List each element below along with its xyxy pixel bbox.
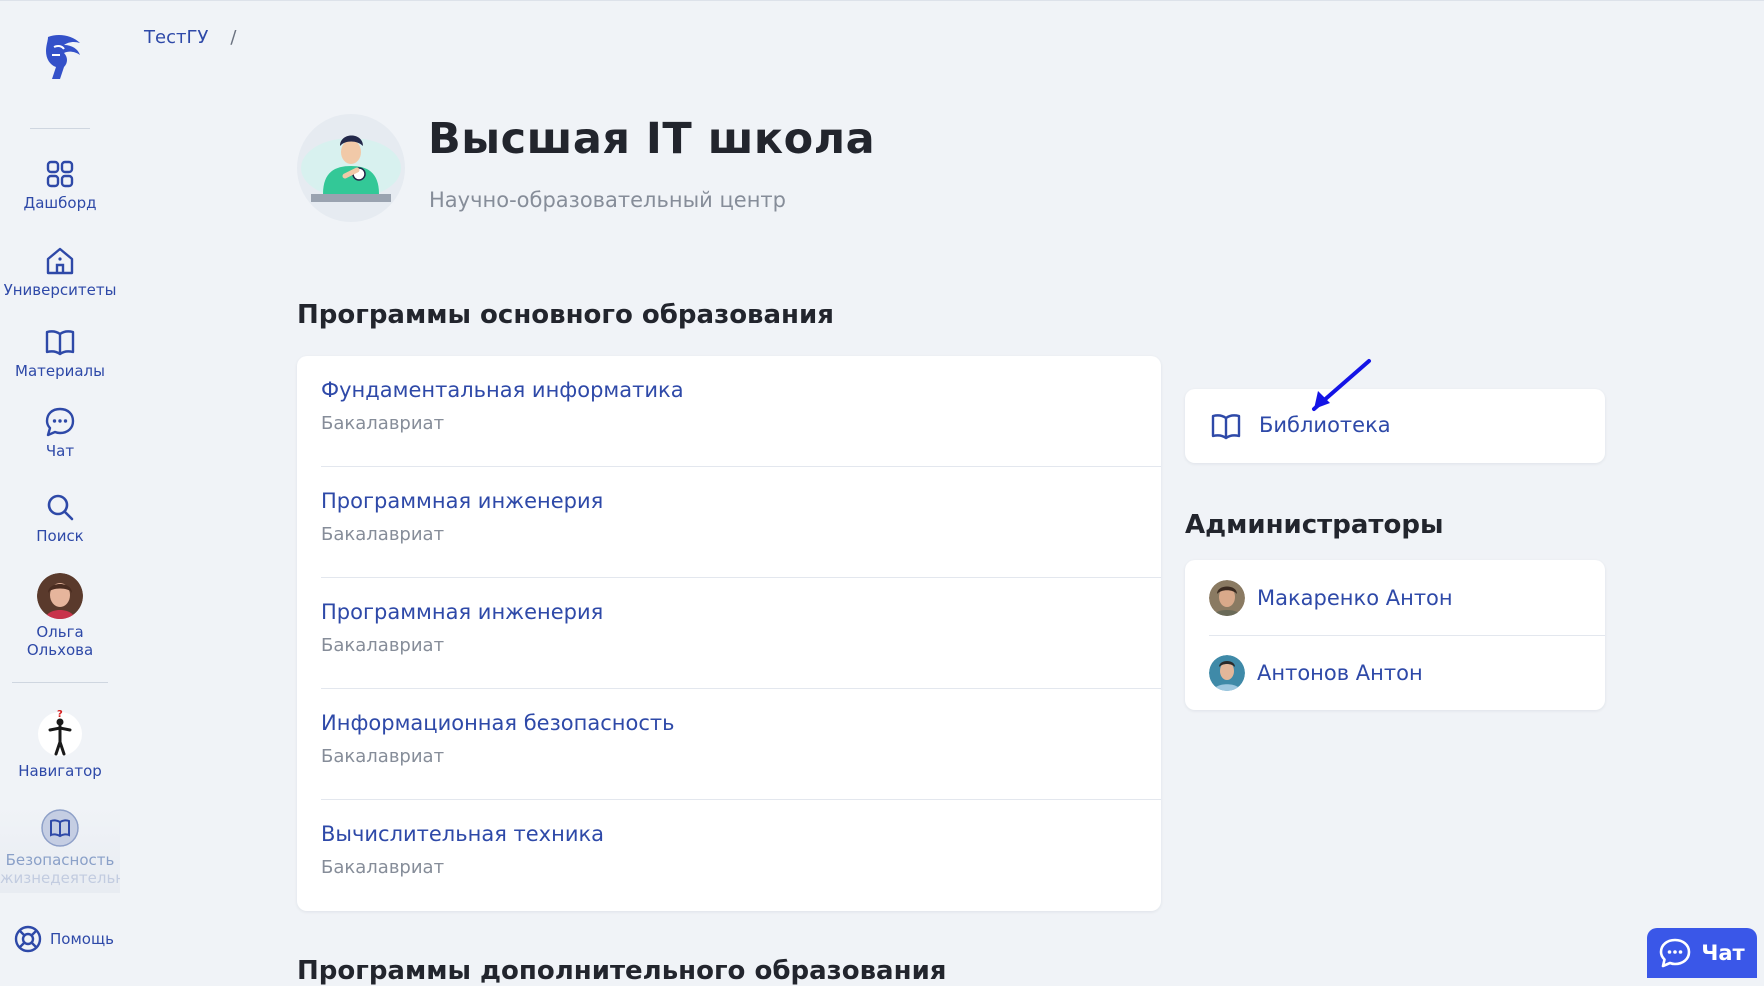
additional-programs-section-title: Программы дополнительного образования	[297, 956, 947, 986]
course-book-icon	[41, 809, 79, 847]
chat-icon	[45, 407, 75, 437]
program-level: Бакалавриат	[321, 413, 445, 434]
avatar	[37, 573, 83, 619]
program-name-link[interactable]: Программная инженерия	[321, 489, 603, 513]
program-item[interactable]: Программная инженерия Бакалавриат	[321, 578, 1161, 689]
sidebar-item-search[interactable]: Поиск	[0, 491, 120, 545]
page-subtitle: Научно-образовательный центр	[429, 188, 786, 212]
sidebar-item-materials[interactable]: Материалы	[0, 326, 120, 380]
admin-item[interactable]: Макаренко Антон	[1209, 560, 1605, 635]
sidebar-item-label: Поиск	[36, 527, 84, 545]
sidebar-item-label: Материалы	[15, 362, 105, 380]
chat-icon	[1660, 938, 1691, 968]
admins-list: Макаренко Антон Антонов Антон	[1185, 560, 1605, 710]
search-icon	[47, 494, 74, 521]
svg-text:?: ?	[57, 709, 63, 720]
help-label: Помощь	[50, 930, 114, 948]
program-name-link[interactable]: Программная инженерия	[321, 600, 603, 624]
program-item[interactable]: Вычислительная техника Бакалавриат	[321, 800, 1161, 911]
program-level: Бакалавриат	[321, 635, 445, 656]
program-name-link[interactable]: Фундаментальная информатика	[321, 378, 684, 402]
course-label-faded: жизнедеятельн	[0, 869, 120, 887]
school-mascot-image	[301, 135, 401, 202]
chat-button-label: Чат	[1701, 941, 1745, 965]
admin-name-link[interactable]: Антонов Антон	[1257, 661, 1423, 685]
sidebar-item-label: Дашборд	[23, 194, 97, 212]
sidebar-item-universities[interactable]: Университеты	[0, 245, 120, 299]
lifebuoy-icon	[14, 925, 42, 953]
user-last-name: Ольхова	[26, 641, 94, 659]
logo-icon[interactable]	[34, 31, 86, 83]
annotation-arrow-icon	[1312, 359, 1371, 411]
program-name-link[interactable]: Информационная безопасность	[321, 711, 674, 735]
book-icon	[45, 330, 75, 356]
page-title: Высшая IT школа	[428, 114, 876, 164]
course-label: Безопасность	[5, 851, 115, 869]
admins-section-title: Администраторы	[1185, 510, 1444, 540]
sidebar-item-dashboard[interactable]: Дашборд	[0, 158, 120, 212]
university-icon	[46, 247, 74, 275]
user-first-name: Ольга	[36, 623, 84, 641]
help-link[interactable]: Помощь	[14, 925, 114, 953]
program-level: Бакалавриат	[321, 524, 445, 545]
sidebar-item-course[interactable]: Безопасность жизнедеятельн	[0, 807, 120, 893]
library-button[interactable]: Библиотека	[1185, 389, 1605, 463]
avatar	[1209, 579, 1245, 616]
avatar	[1209, 654, 1245, 691]
navigator-figure-icon: ?	[38, 709, 82, 756]
breadcrumb-root-link[interactable]: ТестГУ	[144, 27, 208, 48]
program-name-link[interactable]: Вычислительная техника	[321, 822, 604, 846]
sidebar: Дашборд Университеты Материалы Чат Поиск	[0, 1, 120, 974]
sidebar-item-label: Навигатор	[18, 762, 102, 780]
sidebar-item-navigator[interactable]: ? Навигатор	[0, 708, 120, 780]
programs-section-title: Программы основного образования	[297, 300, 834, 330]
breadcrumb: ТестГУ /	[144, 27, 236, 48]
sidebar-item-chat[interactable]: Чат	[0, 406, 120, 460]
dashboard-icon	[46, 160, 74, 188]
program-item[interactable]: Фундаментальная информатика Бакалавриат	[321, 356, 1161, 467]
program-item[interactable]: Информационная безопасность Бакалавриат	[321, 689, 1161, 800]
sidebar-item-label: Чат	[45, 442, 75, 460]
school-avatar	[297, 114, 405, 222]
chat-button[interactable]: Чат	[1647, 928, 1757, 978]
sidebar-divider	[12, 682, 108, 683]
admin-item[interactable]: Антонов Антон	[1209, 635, 1605, 710]
admin-name-link[interactable]: Макаренко Антон	[1257, 586, 1453, 610]
program-level: Бакалавриат	[321, 857, 445, 878]
book-icon	[1211, 414, 1241, 440]
programs-list: Фундаментальная информатика Бакалавриат …	[297, 356, 1161, 911]
program-item[interactable]: Программная инженерия Бакалавриат	[321, 467, 1161, 578]
program-level: Бакалавриат	[321, 746, 445, 767]
breadcrumb-separator: /	[230, 27, 237, 48]
sidebar-item-profile[interactable]: Ольга Ольхова	[0, 573, 120, 659]
sidebar-item-label: Университеты	[3, 281, 117, 299]
sidebar-divider	[30, 128, 90, 129]
